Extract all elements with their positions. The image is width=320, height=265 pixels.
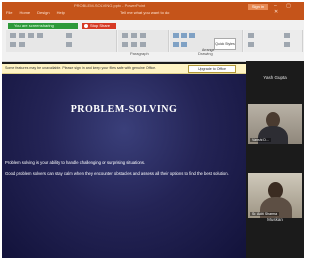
shape-arrow-icon[interactable] — [181, 42, 187, 47]
info-bar: Some features may be unavailable. Please… — [2, 64, 246, 74]
highlight-icon[interactable] — [19, 42, 25, 47]
stop-icon — [84, 24, 88, 28]
slide-paragraph-2[interactable]: Good problem solvers can stay calm when … — [5, 171, 241, 177]
ribbon-group-paragraph — [118, 30, 169, 52]
shape-fill-icon[interactable] — [248, 33, 254, 38]
bold-icon[interactable] — [10, 33, 16, 38]
menu-file[interactable]: File — [6, 10, 12, 15]
title-bar: File Home Design Help PROBLEM-SOLVING.pp… — [2, 2, 304, 20]
stop-share-label: Stop Share — [90, 23, 111, 28]
participant-tag-1: Vanshi D... — [250, 138, 271, 142]
participant-name-top: Yash Gupta — [263, 75, 287, 80]
menu-bar: File Home Design Help — [6, 10, 65, 15]
align-text-icon[interactable] — [66, 42, 72, 47]
font-color-icon[interactable] — [10, 42, 16, 47]
window-controls[interactable]: – ▢ ✕ — [274, 3, 304, 15]
indent-icon[interactable] — [140, 33, 146, 38]
participants-panel: Yash Gupta Vanshi D... Sr. Aditi Sharma … — [246, 61, 304, 258]
slide-title[interactable]: PROBLEM-SOLVING — [2, 104, 246, 115]
menu-design[interactable]: Design — [37, 10, 49, 15]
ribbon-group-font — [6, 30, 117, 52]
participant-video-2[interactable]: Sr. Aditi Sharma — [248, 173, 302, 218]
italic-icon[interactable] — [19, 33, 25, 38]
shape-rect-icon[interactable] — [189, 33, 195, 38]
bullets-icon[interactable] — [122, 33, 128, 38]
slide-paragraph-1[interactable]: Problem solving is your ability to handl… — [5, 160, 241, 165]
shape-line-icon[interactable] — [181, 33, 187, 38]
find-icon[interactable] — [284, 33, 290, 38]
shape-oval-icon[interactable] — [173, 42, 179, 47]
stop-share-button[interactable]: Stop Share — [82, 23, 116, 29]
ribbon: You are screensharing Stop Share Paragra… — [2, 20, 304, 62]
menu-home[interactable]: Home — [19, 10, 30, 15]
align-center-icon[interactable] — [131, 42, 137, 47]
arrange-button[interactable]: Arrange — [202, 48, 214, 52]
quick-styles-button[interactable]: Quick Styles — [214, 38, 236, 50]
info-message: Some features may be unavailable. Please… — [5, 66, 157, 70]
strikethrough-icon[interactable] — [37, 33, 43, 38]
screenshot-frame: File Home Design Help PROBLEM-SOLVING.pp… — [2, 2, 304, 258]
participant-video-1[interactable]: Vanshi D... — [248, 104, 302, 144]
menu-help[interactable]: Help — [57, 10, 65, 15]
paragraph-group-label: Paragraph — [130, 51, 149, 56]
underline-icon[interactable] — [28, 33, 34, 38]
upgrade-button[interactable]: Upgrade to Office — [188, 65, 236, 73]
replace-icon[interactable] — [284, 42, 290, 47]
document-title: PROBLEM-SOLVING.pptx - PowerPoint — [74, 3, 146, 8]
tell-me-search[interactable]: Tell me what you want to do — [120, 10, 169, 15]
shapes-gallery-icon[interactable] — [173, 33, 179, 38]
numbering-icon[interactable] — [131, 33, 137, 38]
slide-canvas[interactable]: PROBLEM-SOLVING Problem solving is your … — [2, 74, 246, 258]
screenshare-status-button[interactable]: You are screensharing — [8, 23, 78, 29]
text-direction-icon[interactable] — [66, 33, 72, 38]
participant-tag-2: Sr. Aditi Sharma — [250, 212, 280, 216]
sign-in-button[interactable]: Sign in — [248, 4, 268, 10]
align-left-icon[interactable] — [122, 42, 128, 47]
ribbon-group-editing — [244, 30, 303, 52]
shape-outline-icon[interactable] — [248, 42, 254, 47]
align-right-icon[interactable] — [140, 42, 146, 47]
participant-name-bottom: Muskan — [267, 217, 283, 222]
